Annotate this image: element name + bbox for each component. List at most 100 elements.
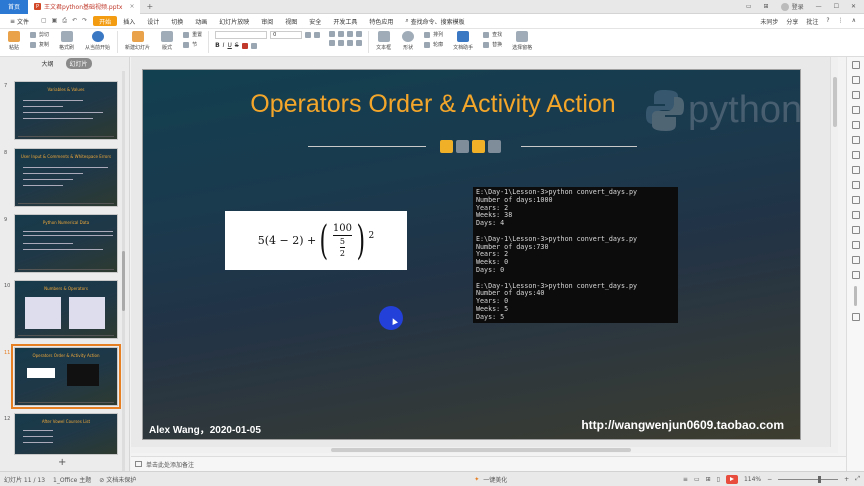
font-size-input[interactable]: 0	[270, 31, 303, 39]
window-close-icon[interactable]: ✕	[851, 3, 856, 10]
indent-icon[interactable]	[347, 31, 354, 37]
history-icon[interactable]	[851, 256, 860, 264]
add-tab-button[interactable]: +	[146, 2, 153, 11]
menu-developer[interactable]: 开发工具	[327, 14, 363, 29]
grow-font-icon[interactable]	[305, 32, 312, 38]
zoom-slider-thumb[interactable]	[818, 475, 822, 483]
textbox-button[interactable]: 文本框	[372, 31, 395, 51]
layout-button[interactable]: 版式	[157, 31, 177, 51]
reading-view-icon[interactable]: ▯	[717, 476, 720, 483]
help-icon[interactable]	[851, 271, 860, 279]
find-button[interactable]: 查找	[483, 31, 502, 38]
scroll-thumb[interactable]	[122, 251, 125, 311]
fit-window-icon[interactable]: ⤢	[855, 475, 860, 483]
menu-file[interactable]: ≡ 文件	[4, 14, 35, 29]
save-icon[interactable]: ▣	[52, 17, 58, 25]
strikethrough-icon[interactable]: S	[235, 42, 239, 49]
menu-view[interactable]: 视图	[279, 14, 303, 29]
menu-features[interactable]: 特色应用	[363, 14, 399, 29]
menu-review[interactable]: 审阅	[255, 14, 279, 29]
slideshow-play-button[interactable]	[725, 474, 738, 484]
bullets-icon[interactable]	[329, 31, 336, 37]
menu-insert[interactable]: 插入	[117, 14, 141, 29]
zoom-in-icon[interactable]: +	[844, 476, 849, 483]
underline-icon[interactable]: U	[227, 42, 231, 49]
slide-thumbnail[interactable]: Numbers & Operators	[14, 280, 118, 339]
highlight-icon[interactable]	[250, 42, 257, 49]
zoom-level[interactable]: 114%	[744, 476, 761, 483]
italic-icon[interactable]: I	[223, 42, 225, 49]
scroll-thumb[interactable]	[833, 77, 837, 127]
font-name-input[interactable]	[215, 31, 268, 39]
command-search[interactable]: ⌕ 查找命令、搜索模板	[399, 14, 470, 29]
more-icon[interactable]: ⋮	[838, 17, 844, 26]
numbering-icon[interactable]	[338, 31, 345, 37]
panel-scrollbar[interactable]	[122, 71, 125, 471]
add-slide-button[interactable]: +	[58, 457, 66, 468]
from-current-button[interactable]: 从当前开始	[81, 31, 114, 51]
shrink-font-icon[interactable]	[314, 32, 321, 38]
comment-button[interactable]: 批注	[806, 17, 818, 26]
sidebar-scroll[interactable]	[854, 286, 857, 306]
cut-button[interactable]: 剪切	[30, 31, 49, 38]
arrange-button[interactable]: 排列	[424, 31, 443, 38]
template-icon[interactable]	[851, 151, 860, 159]
pen-icon[interactable]	[851, 226, 860, 234]
image-icon[interactable]	[851, 91, 860, 99]
align-right-icon[interactable]	[347, 40, 354, 46]
horizontal-scrollbar[interactable]	[131, 447, 838, 453]
align-center-icon[interactable]	[338, 40, 345, 46]
share-button[interactable]: 分享	[786, 17, 798, 26]
bold-icon[interactable]: B	[215, 42, 220, 49]
layers-icon[interactable]	[851, 61, 860, 69]
tab-outline[interactable]: 大纲	[37, 58, 57, 69]
theme-icon[interactable]	[851, 166, 860, 174]
collapse-icon[interactable]: ∧	[852, 17, 856, 26]
copy-button[interactable]: 复制	[30, 41, 49, 48]
console-screenshot[interactable]: E:\Day-1\Lesson-3>python convert_days.py…	[473, 187, 678, 323]
layout-icon[interactable]: ▭	[746, 3, 752, 10]
align-left-icon[interactable]	[329, 40, 336, 46]
paste-button[interactable]: 粘贴	[4, 31, 24, 51]
menu-transition[interactable]: 切换	[165, 14, 189, 29]
style-icon[interactable]	[851, 76, 860, 84]
chart-icon[interactable]	[851, 106, 860, 114]
slide-thumbnail[interactable]: After Vowel Courses List	[14, 413, 118, 455]
normal-view-icon[interactable]: ▭	[694, 476, 700, 483]
table-icon[interactable]	[851, 121, 860, 129]
print-icon[interactable]: ⎙	[62, 17, 67, 25]
grid-icon[interactable]: ⊞	[764, 3, 769, 10]
slide[interactable]: Operators Order & Activity Action python…	[142, 69, 801, 440]
select-pane-button[interactable]: 选择窗格	[508, 31, 536, 51]
menu-animation[interactable]: 动画	[189, 14, 213, 29]
new-slide-button[interactable]: 新建幻灯片	[121, 31, 154, 51]
menu-design[interactable]: 设计	[141, 14, 165, 29]
tab-slides[interactable]: 幻灯片	[65, 57, 92, 69]
scroll-thumb[interactable]	[331, 448, 631, 452]
beautify-button[interactable]: ✦ 一键美化	[474, 475, 507, 484]
slide-thumbnail-selected[interactable]: Operators Order & Activity Action	[11, 344, 121, 409]
notes-toggle-icon[interactable]: ≡	[683, 476, 688, 483]
tab-home[interactable]: 首页	[0, 0, 29, 14]
tab-document[interactable]: P 王文君python基础视频.pptx ×	[28, 0, 141, 14]
slide-thumbnail[interactable]: Python Numerical Data	[14, 214, 118, 273]
shape-button[interactable]: 形状	[398, 31, 418, 51]
menu-slideshow[interactable]: 幻灯片放映	[213, 14, 255, 29]
minimize-icon[interactable]: —	[816, 3, 822, 10]
open-icon[interactable]: ▢	[41, 17, 47, 25]
font-color-icon[interactable]	[241, 42, 248, 49]
menu-security[interactable]: 安全	[303, 14, 327, 29]
undo-icon[interactable]: ↶	[72, 17, 77, 25]
reset-button[interactable]: 重置	[183, 31, 202, 38]
doc-assist-button[interactable]: 文档助手	[449, 31, 477, 51]
login-button[interactable]: 登录	[780, 2, 804, 11]
justify-icon[interactable]	[356, 40, 363, 46]
format-painter-button[interactable]: 格式刷	[55, 31, 78, 51]
protect-status[interactable]: ⊘ 文档未保护	[99, 475, 136, 484]
zoom-out-icon[interactable]: −	[767, 476, 772, 483]
outline-button[interactable]: 轮廓	[424, 41, 443, 48]
outdent-icon[interactable]	[356, 31, 363, 37]
transition-icon[interactable]	[851, 211, 860, 219]
close-icon[interactable]: ×	[129, 3, 134, 10]
location-icon[interactable]	[851, 313, 860, 321]
